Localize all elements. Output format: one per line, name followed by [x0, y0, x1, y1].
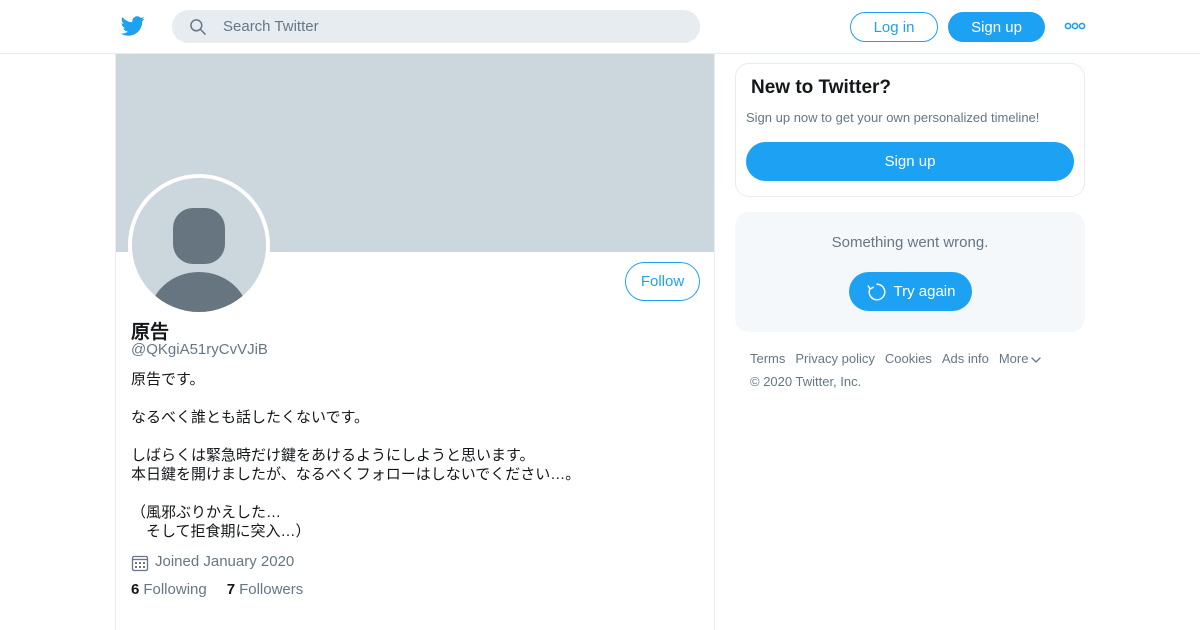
person-silhouette-icon: [132, 178, 266, 312]
new-to-twitter-card: New to Twitter? Sign up now to get your …: [735, 63, 1085, 197]
followers-label: Followers: [239, 581, 304, 598]
top-navigation-bar: Log in Sign up: [0, 0, 1200, 54]
copyright: © 2020 Twitter, Inc.: [750, 374, 862, 389]
new-to-twitter-title: New to Twitter?: [751, 77, 892, 98]
footer: Terms Privacy policy Cookies Ads info Mo…: [750, 350, 1090, 389]
avatar[interactable]: [128, 174, 270, 316]
footer-more-label: More: [998, 350, 1029, 366]
calendar-icon: [131, 555, 149, 572]
footer-more-link[interactable]: More: [999, 350, 1043, 366]
footer-link-ads-info[interactable]: Ads info: [942, 351, 989, 366]
login-button[interactable]: Log in: [850, 12, 938, 42]
profile-stats: 6 Following 7 Followers: [131, 581, 303, 598]
following-label: Following: [143, 581, 207, 598]
chevron-down-icon: [1031, 357, 1042, 363]
footer-link-privacy[interactable]: Privacy policy: [795, 351, 874, 366]
refresh-icon: [867, 282, 885, 301]
default-avatar-icon: [132, 178, 266, 312]
search-box[interactable]: [172, 10, 700, 43]
profile-bio: 原告です。 なるべく誰とも話したくないです。 しばらくは緊急時だけ鍵をあけるよう…: [131, 371, 581, 540]
profile-display-name: 原告: [131, 322, 170, 343]
followers-count: 7: [226, 581, 236, 598]
try-again-label: Try again: [893, 283, 956, 300]
follow-button[interactable]: Follow: [625, 262, 700, 301]
followers-stat[interactable]: 7 Followers: [227, 581, 304, 598]
footer-link-terms[interactable]: Terms: [750, 351, 785, 366]
search-input[interactable]: [223, 18, 663, 35]
profile-handle[interactable]: @QKgiA51ryCvVJiB: [131, 341, 268, 358]
try-again-button[interactable]: Try again: [849, 272, 972, 311]
signup-button[interactable]: Sign up: [948, 12, 1045, 42]
card-signup-button[interactable]: Sign up: [746, 142, 1074, 181]
footer-links: Terms Privacy policy Cookies Ads info Mo…: [750, 350, 1090, 366]
error-card: Something went wrong. Try again: [735, 212, 1085, 332]
search-icon: [190, 18, 206, 35]
new-to-twitter-subtitle: Sign up now to get your own personalized…: [746, 110, 1040, 125]
profile-column: Follow 原告 @QKgiA51ryCvVJiB 原告です。 なるべく誰とも…: [115, 54, 715, 630]
more-dots-icon[interactable]: [1064, 20, 1086, 32]
footer-link-cookies[interactable]: Cookies: [885, 351, 932, 366]
error-message: Something went wrong.: [831, 234, 989, 251]
following-count: 6: [131, 581, 140, 598]
joined-text: Joined January 2020: [155, 552, 295, 570]
joined-date: Joined January 2020: [131, 550, 294, 572]
following-stat[interactable]: 6 Following: [131, 581, 207, 598]
twitter-bird-icon[interactable]: [120, 14, 146, 38]
